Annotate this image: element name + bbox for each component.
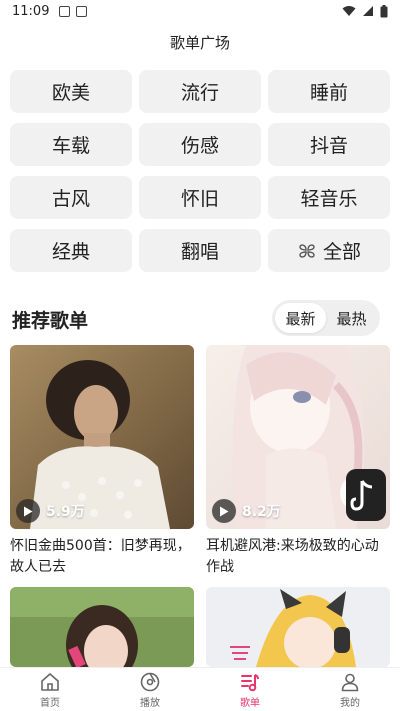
playlist-title: 耳机避风港:来场极致的心动作战 (206, 538, 379, 575)
tab-home[interactable]: 首页 (0, 668, 100, 711)
sort-option-hottest[interactable]: 最热 (326, 303, 377, 333)
category-chip-huaijiu[interactable]: 怀旧 (139, 176, 261, 219)
play-icon (212, 499, 236, 523)
playlist-cover (206, 587, 390, 667)
category-chip-all-label: 全部 (322, 241, 361, 263)
category-chip-jingdian[interactable]: 经典 (10, 229, 132, 272)
wifi-icon (342, 6, 356, 16)
category-chip-shuiqian[interactable]: 睡前 (268, 70, 390, 113)
playlist-cover: 5.9万 (10, 345, 194, 529)
category-chip-all[interactable]: 全部 (268, 229, 390, 272)
app-notification-icon (76, 5, 88, 17)
sort-toggle: 最新 最热 (272, 300, 380, 336)
play-icon (16, 499, 40, 523)
playlist-title: 怀旧金曲500首：旧梦再现，故人已去 (10, 538, 191, 575)
tab-player-label: 播放 (140, 697, 160, 709)
playlist-card[interactable]: 8.2万 耳机避风港:来场极致的心动作战 (206, 345, 390, 578)
tab-playlist-label: 歌单 (240, 697, 260, 709)
playlist-cover: 8.2万 (206, 345, 390, 529)
tab-player[interactable]: 播放 (100, 668, 200, 711)
top-bar: 歌单广场 (0, 22, 400, 62)
playlist-cover (10, 587, 194, 667)
signal-icon (363, 6, 373, 16)
page-title: 歌单广场 (169, 33, 230, 52)
bottom-tab-bar: 首页 播放 歌单 我的 (0, 667, 400, 711)
play-count-value: 5.9万 (46, 504, 85, 520)
category-chip-shanggan[interactable]: 伤感 (139, 123, 261, 166)
playlist-card[interactable]: 5.9万 怀旧金曲500首：旧梦再现，故人已去 (10, 345, 194, 578)
sort-option-newest[interactable]: 最新 (275, 303, 326, 333)
tab-home-label: 首页 (40, 697, 60, 709)
play-count: 8.2万 (212, 499, 281, 523)
tab-mine-label: 我的 (340, 697, 360, 709)
tab-mine[interactable]: 我的 (300, 668, 400, 711)
playlist-icon (241, 673, 259, 691)
category-chip-qingyinyue[interactable]: 轻音乐 (268, 176, 390, 219)
tab-playlist[interactable]: 歌单 (200, 668, 300, 711)
category-chip-gufeng[interactable]: 古风 (10, 176, 132, 219)
category-chip-douyin[interactable]: 抖音 (268, 123, 390, 166)
disc-icon (140, 672, 160, 691)
battery-icon (380, 4, 388, 17)
category-chip-oumei[interactable]: 欧美 (10, 70, 132, 113)
user-icon (341, 673, 359, 691)
playlist-card[interactable] (10, 587, 194, 667)
status-time: 11:09 (12, 3, 50, 19)
gallery-notification-icon (59, 5, 71, 17)
play-count: 5.9万 (16, 499, 85, 523)
playlist-card[interactable] (206, 587, 390, 667)
category-chip-chezai[interactable]: 车载 (10, 123, 132, 166)
grid-flower-icon (299, 243, 315, 258)
play-count-value: 8.2万 (242, 504, 281, 520)
section-title: 推荐歌单 (12, 310, 89, 332)
category-chip-liuxing[interactable]: 流行 (139, 70, 261, 113)
status-bar: 11:09 (0, 0, 400, 22)
home-icon (41, 672, 59, 691)
category-chip-fanchang[interactable]: 翻唱 (139, 229, 261, 272)
category-grid: 欧美 流行 睡前 车载 伤感 抖音 古风 怀旧 轻音乐 经典 翻唱 全部 (10, 70, 390, 272)
